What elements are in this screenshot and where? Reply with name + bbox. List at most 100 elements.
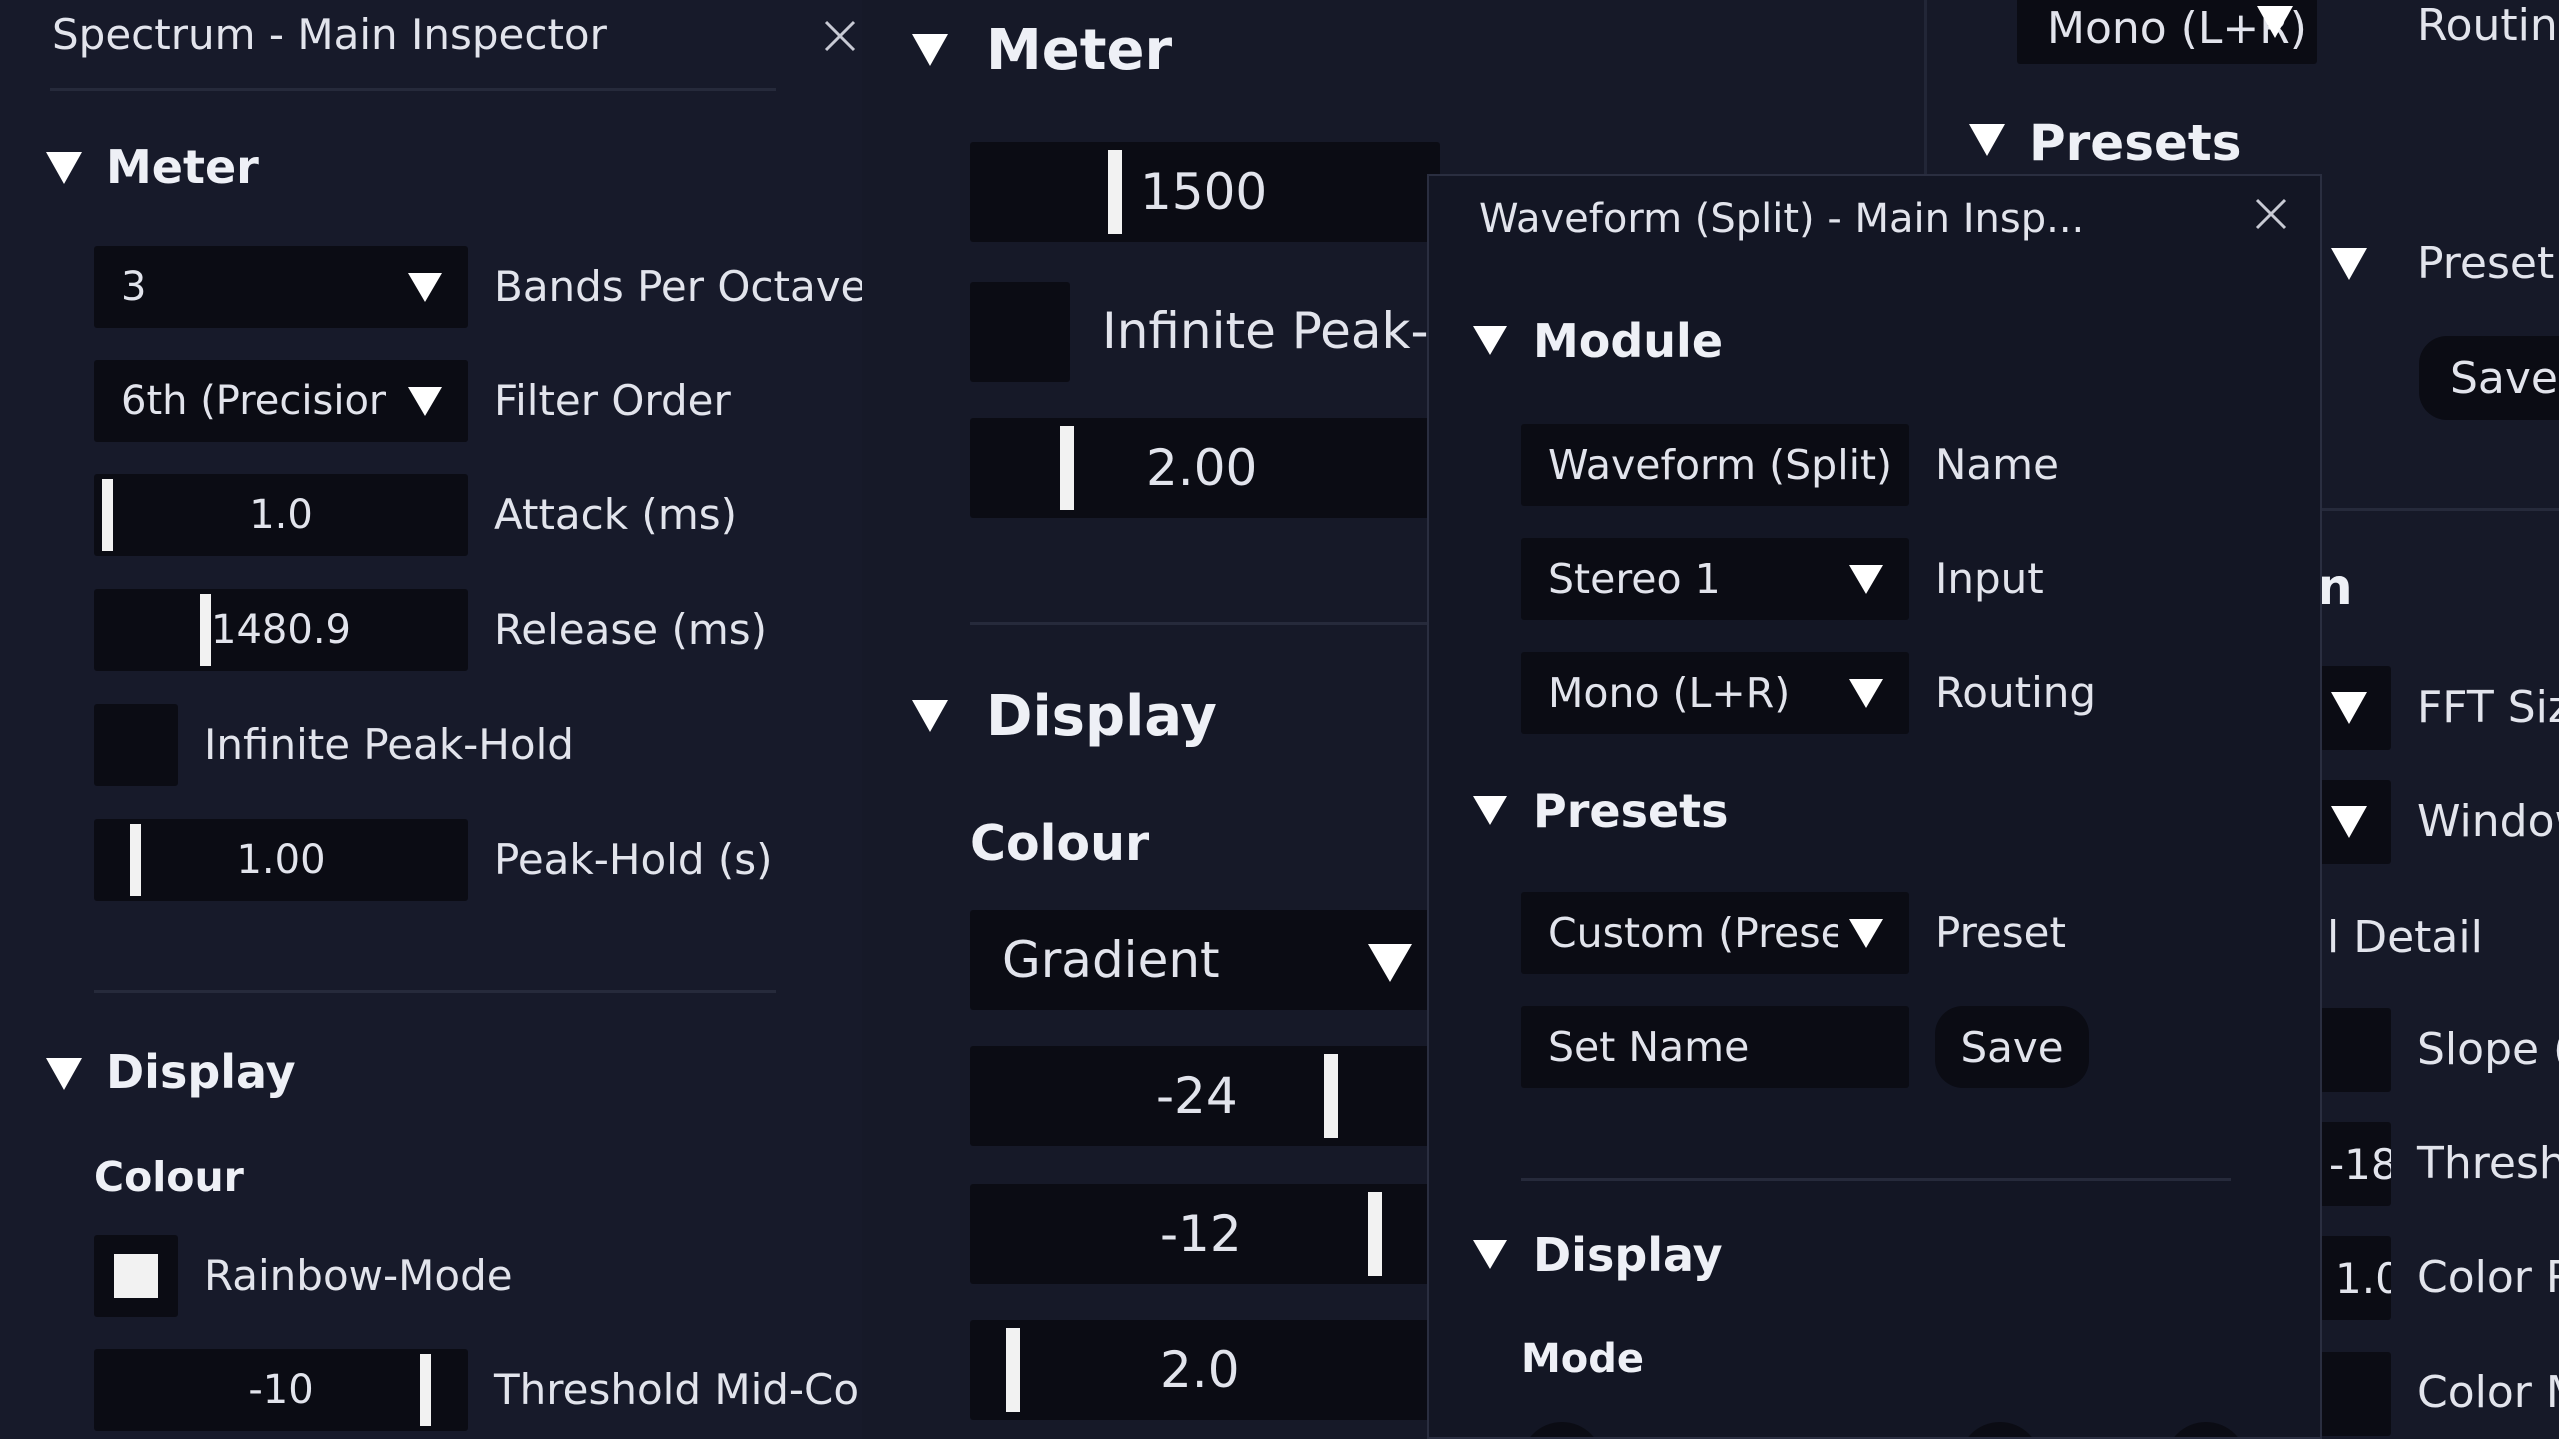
color-m-label: Color M: [2417, 1367, 2559, 1418]
routing-dropdown[interactable]: Mono (L+R): [2017, 0, 2317, 64]
chevron-down-icon: [2257, 6, 2293, 38]
peak-hold-value: 1.00: [236, 837, 326, 883]
peak-hold-label: Peak-Hold (s): [494, 835, 773, 884]
display-value2-slider[interactable]: -12: [970, 1184, 1440, 1284]
collapse-presets-icon[interactable]: [1473, 796, 1507, 825]
meter-section-header[interactable]: Meter: [106, 140, 259, 194]
slider-handle[interactable]: [200, 594, 211, 666]
module-section-header[interactable]: Module: [1533, 314, 1723, 368]
section-header-tail: n: [2317, 558, 2353, 616]
release-label: Release (ms): [494, 605, 768, 654]
slider-handle[interactable]: [1368, 1192, 1382, 1276]
attack-slider[interactable]: 1.0: [94, 474, 468, 556]
module-name-field[interactable]: Waveform (Split): [1521, 424, 1909, 506]
routing-label: Routing: [1935, 668, 2097, 717]
collapse-display-icon[interactable]: [912, 700, 948, 732]
display-value3: 2.0: [1160, 1341, 1240, 1399]
close-icon[interactable]: [2249, 192, 2293, 236]
display-section-header[interactable]: Display: [106, 1045, 296, 1099]
slider-handle[interactable]: [420, 1354, 431, 1426]
release-slider[interactable]: 1480.9: [94, 589, 468, 671]
chevron-down-icon: [1849, 679, 1883, 708]
spectrum-inspector-title: Spectrum - Main Inspector: [52, 10, 607, 59]
presets-section-header[interactable]: Presets: [1533, 784, 1729, 838]
filter-order-value: 6th (Precision): [121, 378, 389, 424]
chevron-down-icon: [1849, 919, 1883, 948]
meter-section-header[interactable]: Meter: [986, 18, 1172, 83]
infinite-peak-hold-label: Infinite Peak-Hold: [204, 720, 574, 769]
preset-label: Preset: [2417, 238, 2555, 289]
preset-label: Preset: [1935, 908, 2066, 957]
mode-option-radio[interactable]: [1521, 1422, 1603, 1437]
input-dropdown[interactable]: Stereo 1: [1521, 538, 1909, 620]
peak-hold-slider[interactable]: 1.00: [94, 819, 468, 901]
module-name-value: Waveform (Split): [1548, 441, 1893, 489]
slider-handle[interactable]: [1006, 1328, 1020, 1412]
rainbow-mode-checkbox[interactable]: [94, 1235, 178, 1317]
slider-handle[interactable]: [1108, 150, 1122, 234]
routing-label: Routing: [2417, 0, 2559, 51]
infinite-peak-hold-checkbox[interactable]: [970, 282, 1070, 382]
release-value: 1480.9: [211, 607, 351, 653]
routing-value: Mono (L+R): [1548, 669, 1791, 717]
routing-dropdown[interactable]: Mono (L+R): [1521, 652, 1909, 734]
infinite-peak-hold-checkbox[interactable]: [94, 704, 178, 786]
bands-per-octave-dropdown[interactable]: 3: [94, 246, 468, 328]
preset-value: Custom (Preset): [1548, 909, 1838, 957]
chevron-down-icon: [2331, 692, 2367, 724]
chevron-down-icon: [408, 273, 442, 302]
save-button[interactable]: Save: [2419, 336, 2559, 420]
chevron-down-icon: [2331, 248, 2367, 280]
display-value3-slider[interactable]: 2.0: [970, 1320, 1440, 1420]
collapse-presets-icon[interactable]: [1969, 124, 2005, 156]
waveform-dialog-title: Waveform (Split) - Main Insp...: [1479, 196, 2085, 242]
waveform-inspector-dialog: Waveform (Split) - Main Insp... Module W…: [1427, 174, 2322, 1439]
display-value2: -12: [1160, 1205, 1242, 1263]
bands-value: 3: [121, 264, 147, 310]
spectrum-inspector-panel: Spectrum - Main Inspector Meter 3 Bands …: [0, 0, 862, 1439]
collapse-meter-icon[interactable]: [912, 34, 948, 66]
collapse-display-icon[interactable]: [1473, 1240, 1507, 1269]
color-r-label: Color R: [2417, 1252, 2559, 1303]
threshold-mid-colour-slider[interactable]: -10: [94, 1349, 468, 1431]
presets-section-header[interactable]: Presets: [2029, 114, 2242, 172]
mode-option-radio[interactable]: [1959, 1422, 2041, 1437]
threshold-label: Threshold: [2417, 1138, 2559, 1189]
meter-value2-slider[interactable]: 2.00: [970, 418, 1440, 518]
input-label: Input: [1935, 554, 2044, 603]
collapse-meter-icon[interactable]: [46, 152, 82, 184]
colour-mode-dropdown[interactable]: Gradient: [970, 910, 1440, 1010]
meter-value1: 1500: [1140, 163, 1268, 221]
rainbow-mode-label: Rainbow-Mode: [204, 1251, 513, 1300]
display-section-header[interactable]: Display: [1533, 1228, 1723, 1282]
section-divider: [1521, 1178, 2231, 1181]
colour-subheader: Colour: [970, 815, 1150, 872]
color-r-value: 1.0: [2335, 1253, 2391, 1303]
colour-subheader: Colour: [94, 1153, 244, 1201]
filter-order-dropdown[interactable]: 6th (Precision): [94, 360, 468, 442]
chevron-down-icon: [1368, 944, 1412, 982]
filter-order-label: Filter Order: [494, 376, 731, 425]
threshold-value: -10: [248, 1367, 314, 1413]
collapse-module-icon[interactable]: [1473, 326, 1507, 355]
set-name-placeholder: Set Name: [1548, 1023, 1750, 1071]
display-section-header[interactable]: Display: [986, 684, 1217, 749]
collapse-display-icon[interactable]: [46, 1058, 82, 1090]
section-divider: [94, 990, 776, 993]
bands-per-octave-label: Bands Per Octave: [494, 262, 862, 311]
set-name-field[interactable]: Set Name: [1521, 1006, 1909, 1088]
slider-handle[interactable]: [1060, 426, 1074, 510]
preset-dropdown[interactable]: Custom (Preset): [1521, 892, 1909, 974]
display-value1: -24: [1156, 1067, 1238, 1125]
mode-option-radio[interactable]: [2165, 1422, 2247, 1437]
display-value1-slider[interactable]: -24: [970, 1046, 1440, 1146]
mode-subheader: Mode: [1521, 1336, 1645, 1382]
chevron-down-icon: [1849, 565, 1883, 594]
threshold-mid-colour-label: Threshold Mid-Colour: [494, 1365, 862, 1414]
slider-handle[interactable]: [1324, 1054, 1338, 1138]
save-button[interactable]: Save: [1935, 1006, 2089, 1088]
meter-value1-slider[interactable]: 1500: [970, 142, 1440, 242]
colour-mode-value: Gradient: [1002, 931, 1220, 989]
attack-value: 1.0: [249, 492, 313, 538]
close-icon[interactable]: [818, 14, 862, 58]
